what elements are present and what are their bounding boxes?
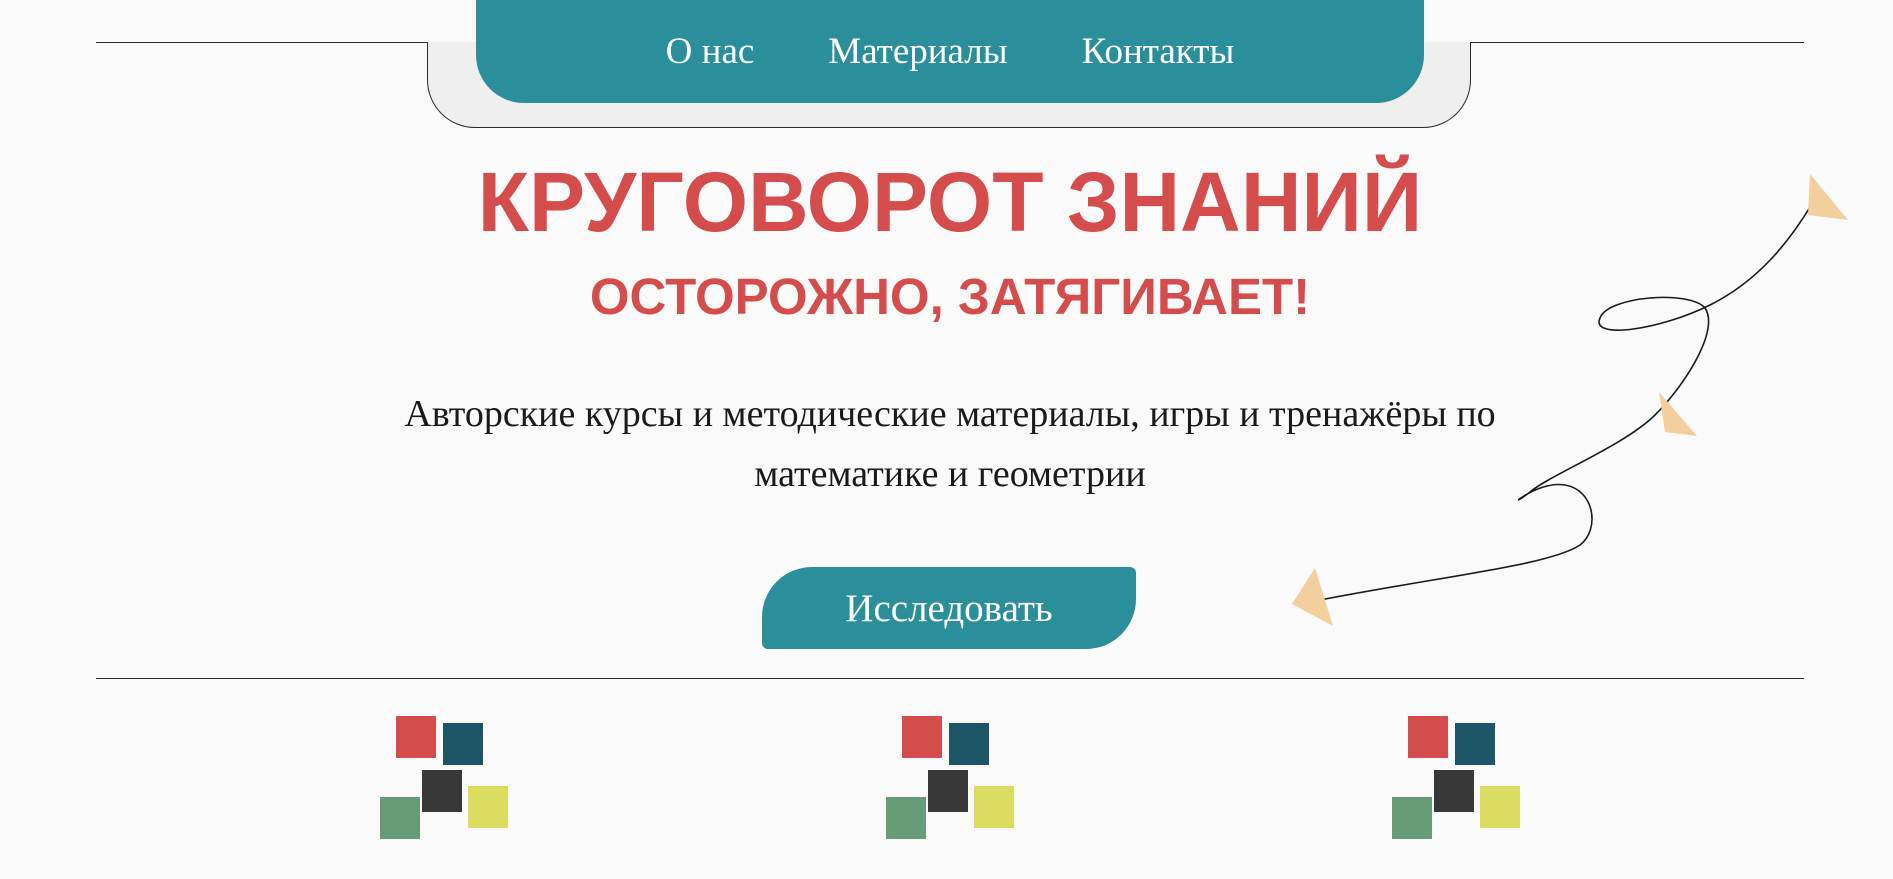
swirl-path [1319,203,1813,601]
nav-link-contacts[interactable]: Контакты [1082,33,1235,70]
square-navy [443,723,483,765]
square-green [886,797,926,839]
feature-1-colored-squares-icon [380,716,510,842]
square-dark [928,770,968,812]
square-yellow [974,786,1014,828]
swirl-arrow-decoration [1292,174,1848,626]
nav-link-about[interactable]: О нас [666,33,755,70]
square-yellow [468,786,508,828]
square-navy [1455,723,1495,765]
explore-button[interactable]: Исследовать [762,567,1136,649]
square-yellow [1480,786,1520,828]
middle-divider [96,678,1804,679]
arrow-head-bottom-icon [1292,568,1333,626]
arrow-head-top-icon [1808,174,1848,220]
landing-page: О нас Материалы Контакты КРУГОВОРОТ ЗНАН… [0,0,1893,879]
arrow-head-mid-icon [1659,392,1697,436]
square-red [396,716,436,758]
feature-2-colored-squares-icon [886,716,1016,842]
nav-link-materials[interactable]: Материалы [828,33,1007,70]
square-red [1408,716,1448,758]
square-red [902,716,942,758]
main-nav: О нас Материалы Контакты [476,0,1424,103]
square-dark [1434,770,1474,812]
feature-3-colored-squares-icon [1392,716,1522,842]
square-navy [949,723,989,765]
square-dark [422,770,462,812]
square-green [380,797,420,839]
square-green [1392,797,1432,839]
